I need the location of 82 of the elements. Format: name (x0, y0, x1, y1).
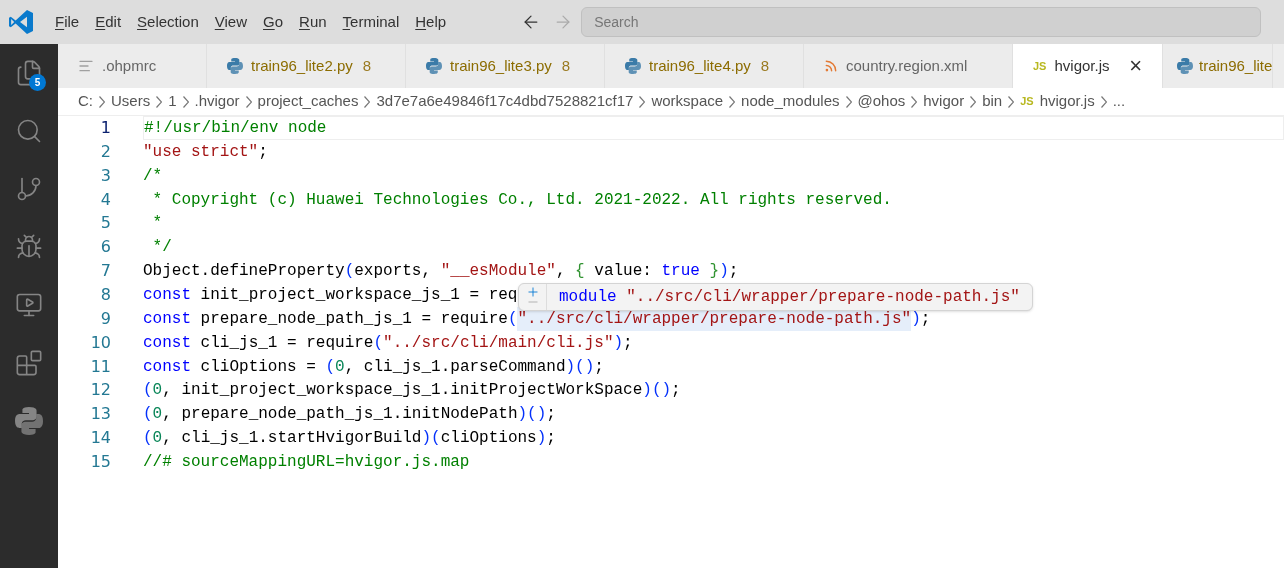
line-number: 6 (99, 236, 111, 259)
line-number: 8 (99, 283, 111, 306)
menu-item[interactable]: Help (407, 7, 455, 37)
python-icon (1177, 58, 1193, 74)
code-line: const cliOptions = (0, cli_js_1.parseCommand)(); (143, 356, 604, 378)
breadcrumb-item[interactable]: Users (111, 90, 151, 113)
line-number: 11 (89, 355, 111, 378)
chevron-icon (182, 95, 189, 108)
menu-item[interactable]: Selection (129, 7, 207, 37)
breadcrumb-item[interactable]: ... (1112, 90, 1126, 113)
breadcrumb-item[interactable]: 1 (168, 90, 177, 113)
editor-tab[interactable]: JS hvigor.js × (1013, 44, 1163, 88)
menu-item[interactable]: File (47, 7, 88, 37)
notification-badge: 5 (29, 74, 46, 91)
menu-item[interactable]: Go (255, 7, 292, 37)
line-number: 2 (99, 140, 111, 163)
chevron-icon (729, 95, 736, 108)
menu-item[interactable]: Run (291, 7, 335, 37)
code-line: * Copyright (c) Huawei Technologies Co., Ltd. 2021-2022. All rights reserved. (151, 189, 892, 211)
line-number: 9 (99, 307, 111, 330)
file-icon (78, 58, 94, 74)
code-line: const cli_js_1 = require("../src/cli/main/cli.js"); (143, 332, 633, 354)
breadcrumb-item[interactable]: project_caches (257, 90, 359, 113)
chevron-icon (245, 95, 252, 108)
code-line: */ (151, 237, 172, 259)
files-icon[interactable] (15, 59, 43, 87)
breadcrumb-item[interactable]: node_modules (741, 90, 840, 113)
close-tab-button[interactable]: × (1129, 55, 1142, 77)
breadcrumb-item[interactable]: @ohos (857, 90, 906, 113)
line-number: 12 (89, 379, 111, 402)
branch-icon[interactable] (15, 175, 43, 203)
breadcrumb-item[interactable]: workspace (651, 90, 724, 113)
chevron-icon (1008, 95, 1015, 108)
line-number: 15 (89, 450, 111, 473)
chevron-icon (364, 95, 371, 108)
chevron-icon (639, 95, 646, 108)
line-number: 4 (99, 188, 111, 211)
chevron-icon (156, 95, 163, 108)
code-line: (0, init_project_workspace_js_1.initProjectWorkSpace)(); (143, 380, 681, 402)
breadcrumb-item[interactable]: hvigor.js (1039, 90, 1095, 113)
extensions-icon[interactable] (15, 349, 43, 377)
line-number: 1 (99, 116, 111, 139)
code-line: "use strict"; (143, 141, 268, 163)
app-logo-icon (9, 10, 33, 34)
chevron-icon (970, 95, 977, 108)
python-icon (426, 58, 442, 74)
python-icon (625, 58, 641, 74)
code-line: (0, prepare_node_path_js_1.initNodePath)(); (143, 404, 556, 426)
code-line: /* (143, 165, 163, 187)
chevron-icon (845, 95, 852, 108)
menu-item[interactable]: Terminal (334, 7, 408, 37)
js-icon: JS (1033, 57, 1047, 75)
python-icon (227, 58, 243, 74)
chevron-icon (911, 95, 918, 108)
breadcrumb-item[interactable]: 3d7e7a6e49846f17c4dbd7528821cf17 (376, 90, 634, 113)
breadcrumb-item[interactable]: C: (78, 90, 93, 113)
line-number: 3 (99, 164, 111, 187)
line-number: 7 (99, 260, 111, 283)
line-number: 13 (89, 403, 111, 426)
code-line: (0, cli_js_1.startHvigorBuild)(cliOptions); (143, 428, 556, 450)
search-field[interactable]: Search (581, 7, 1262, 37)
tooltip-text: module "../src/cli/wrapper/prepare-node-path.js" (558, 287, 1021, 308)
bug-icon[interactable] (15, 233, 43, 261)
breadcrumb-item[interactable]: bin (982, 90, 1003, 113)
code-line: Object.defineProperty(exports, "__esModule", { value: true }); (143, 261, 739, 283)
menu-item[interactable]: Edit (87, 7, 130, 37)
python-icon (15, 407, 43, 435)
rss-icon (824, 59, 838, 73)
breadcrumb-item[interactable]: hvigor (923, 90, 965, 113)
chevron-icon (1100, 95, 1107, 108)
menu-item[interactable]: View (206, 7, 255, 37)
chevron-icon (99, 95, 105, 108)
code-line: const init_project_workspace_js_1 = req (143, 284, 518, 306)
line-number: 14 (89, 427, 111, 450)
code-line: * (151, 213, 163, 235)
breadcrumb-item[interactable]: .hvigor (194, 90, 240, 113)
monitor-icon[interactable] (15, 291, 43, 319)
line-number: 5 (99, 212, 111, 235)
code-line: //# sourceMappingURL=hvigor.js.map (143, 451, 470, 473)
line-number: 10 (89, 331, 111, 354)
search-icon[interactable] (15, 117, 43, 145)
js-icon: JS (1020, 93, 1034, 110)
